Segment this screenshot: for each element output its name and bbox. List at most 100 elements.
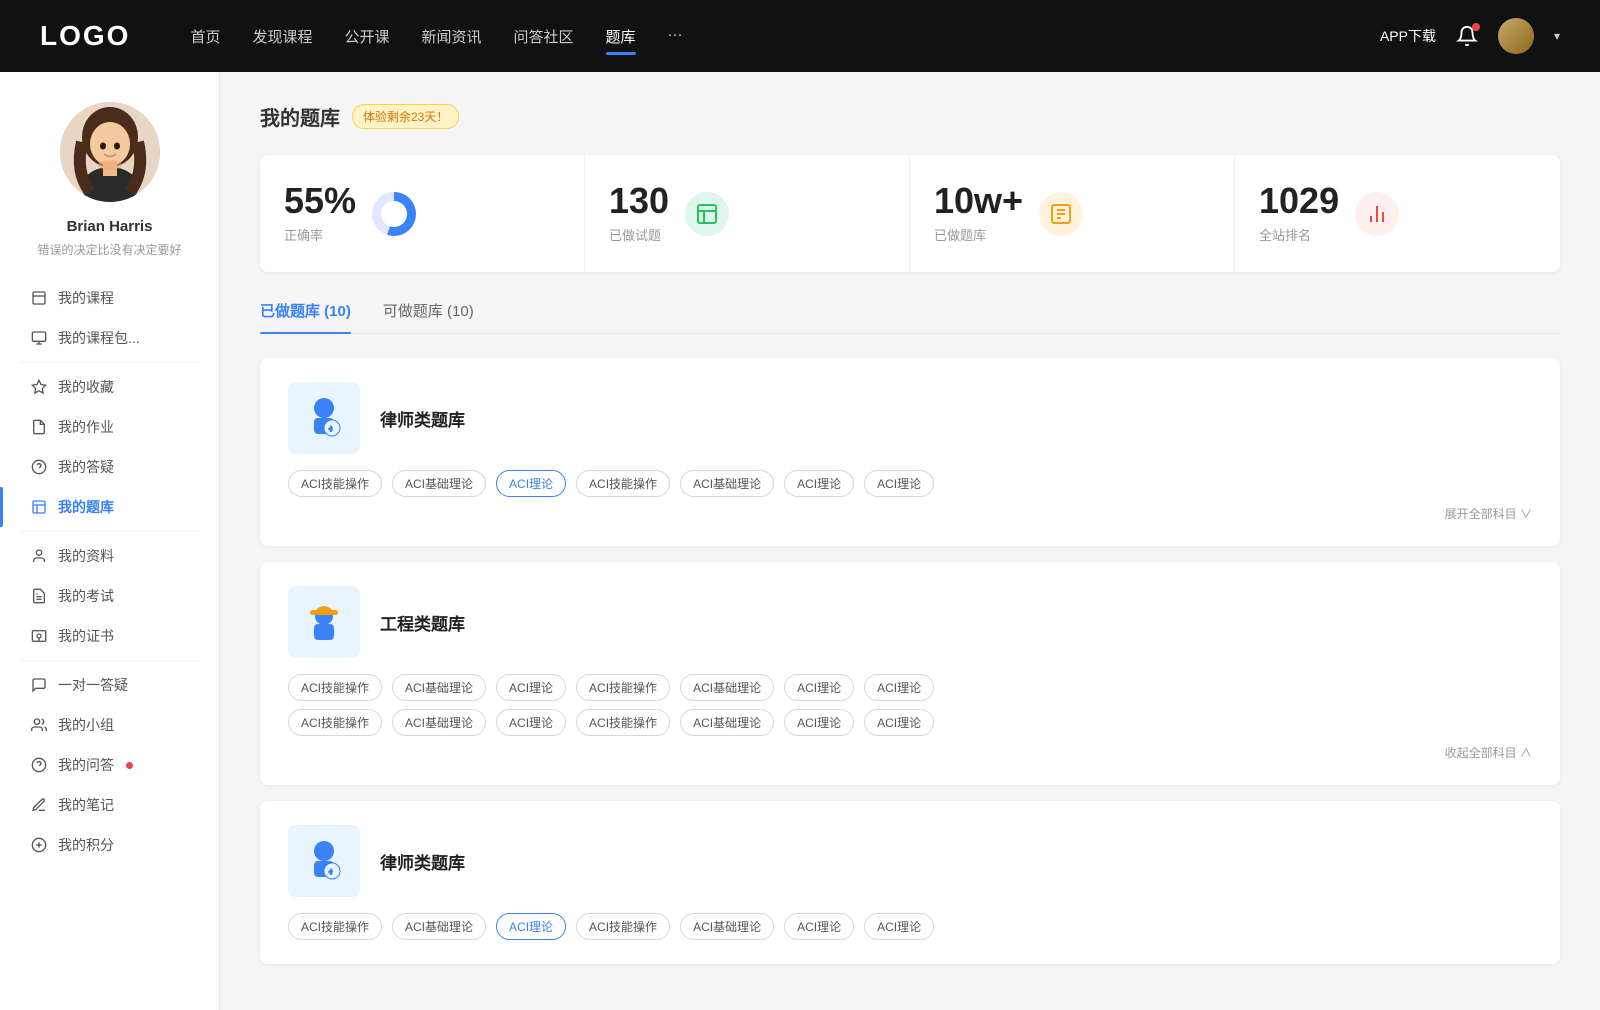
sidebar-menu: 我的课程 我的课程包... 我的收藏 [0,278,219,865]
tag[interactable]: ACI理论 [864,913,934,940]
app-download-button[interactable]: APP下载 [1380,26,1436,46]
tag[interactable]: ACI技能操作 [288,709,382,736]
nav-home[interactable]: 首页 [190,22,220,51]
sidebar-item-qa2[interactable]: 我的问答 [0,745,219,785]
avatar[interactable] [1498,18,1534,54]
tag[interactable]: ACI基础理论 [392,674,486,701]
unread-dot [126,762,133,769]
sidebar-item-notes[interactable]: 我的笔记 [0,785,219,825]
sidebar-item-homework[interactable]: 我的作业 [0,407,219,447]
tag[interactable]: ACI基础理论 [680,709,774,736]
tag[interactable]: ACI理论 [864,709,934,736]
nav-news[interactable]: 新闻资讯 [422,22,482,51]
nav-qa[interactable]: 问答社区 [514,22,574,51]
tag[interactable]: ACI理论 [496,709,566,736]
logo: LOGO [40,20,130,52]
tag[interactable]: ACI理论 [496,674,566,701]
tag[interactable]: ACI理论 [784,674,854,701]
profile-icon [30,547,48,565]
tag[interactable]: ACI基础理论 [392,913,486,940]
tag[interactable]: ACI技能操作 [288,470,382,497]
sidebar-label: 一对一答疑 [58,675,128,695]
expand-link-2[interactable]: 收起全部科目 ∧ [288,744,1532,761]
bank-header: 律师类题库 [288,382,1532,454]
sidebar-divider [20,362,199,363]
tag[interactable]: ACI理论 [864,470,934,497]
sidebar-item-1on1[interactable]: 一对一答疑 [0,665,219,705]
tab-available-banks[interactable]: 可做题库 (10) [383,300,474,333]
stat-value-done: 130 [609,183,669,219]
user-name: Brian Harris [67,218,153,235]
sidebar-item-course[interactable]: 我的课程 [0,278,219,318]
page-title-bar: 我的题库 体验剩余23天！ [260,102,1560,131]
stat-accuracy: 55% 正确率 [260,155,585,272]
sidebar-item-favorites[interactable]: 我的收藏 [0,367,219,407]
bank-title-wrap: 工程类题库 [380,610,465,635]
tag[interactable]: ACI技能操作 [288,913,382,940]
tag[interactable]: ACI技能操作 [576,470,670,497]
package-icon [30,329,48,347]
doc-green-icon [685,192,729,236]
sidebar-label: 我的考试 [58,586,114,606]
sidebar-item-package[interactable]: 我的课程包... [0,318,219,358]
stat-text: 10w+ 已做题库 [934,183,1023,244]
tag[interactable]: ACI理论 [784,470,854,497]
lawyer-icon-2 [298,835,350,887]
stat-ranking: 1029 全站排名 [1235,155,1560,272]
sidebar-item-exam[interactable]: 我的考试 [0,576,219,616]
qa2-icon [30,756,48,774]
stat-text: 1029 全站排名 [1259,183,1339,244]
tag[interactable]: ACI基础理论 [392,470,486,497]
tag-active[interactable]: ACI理论 [496,913,566,940]
sidebar-item-qa[interactable]: 我的答疑 [0,447,219,487]
tag[interactable]: ACI基础理论 [680,674,774,701]
stat-value-banks: 10w+ [934,183,1023,219]
notification-bell[interactable] [1456,25,1478,47]
sidebar-item-group[interactable]: 我的小组 [0,705,219,745]
tabs-bar: 已做题库 (10) 可做题库 (10) [260,300,1560,334]
sidebar-divider [20,660,199,661]
nav-more[interactable]: ··· [668,22,683,51]
tag[interactable]: ACI基础理论 [680,470,774,497]
avatar-image [1498,18,1534,54]
tab-done-banks[interactable]: 已做题库 (10) [260,300,351,333]
sidebar-item-profile[interactable]: 我的资料 [0,536,219,576]
tag[interactable]: ACI理论 [864,674,934,701]
bank-card-lawyer-1: 律师类题库 ACI技能操作 ACI基础理论 ACI理论 ACI技能操作 ACI基… [260,358,1560,546]
sidebar: Brian Harris 错误的决定比没有决定要好 我的课程 我的课程包... [0,72,220,1010]
nav-open-course[interactable]: 公开课 [344,22,389,51]
sidebar-item-bank[interactable]: 我的题库 [0,487,219,527]
nav-discover[interactable]: 发现课程 [252,22,312,51]
homework-icon [30,418,48,436]
tag[interactable]: ACI基础理论 [392,709,486,736]
tag[interactable]: ACI基础理论 [680,913,774,940]
sidebar-label: 我的答疑 [58,457,114,477]
bank-icon-wrap [288,382,360,454]
bank-card-lawyer-2: 律师类题库 ACI技能操作 ACI基础理论 ACI理论 ACI技能操作 ACI基… [260,801,1560,964]
sidebar-item-certificate[interactable]: 我的证书 [0,616,219,656]
tag[interactable]: ACI理论 [784,709,854,736]
notification-dot [1472,23,1480,31]
course-icon [30,289,48,307]
bank-icon-wrap [288,825,360,897]
sidebar-label: 我的资料 [58,546,114,566]
tag[interactable]: ACI技能操作 [576,913,670,940]
tag[interactable]: ACI理论 [784,913,854,940]
exam-icon [30,587,48,605]
bank-header: 律师类题库 [288,825,1532,897]
tag-active[interactable]: ACI理论 [496,470,566,497]
sidebar-item-points[interactable]: 我的积分 [0,825,219,865]
tag[interactable]: ACI技能操作 [576,674,670,701]
certificate-icon [30,627,48,645]
tag[interactable]: ACI技能操作 [288,674,382,701]
expand-link-1[interactable]: 展开全部科目 ∨ [288,505,1532,522]
avatar-chevron-icon[interactable]: ▾ [1554,29,1560,43]
page-layout: Brian Harris 错误的决定比没有决定要好 我的课程 我的课程包... [0,72,1600,1010]
tag[interactable]: ACI技能操作 [576,709,670,736]
sidebar-label: 我的笔记 [58,795,114,815]
trial-badge: 体验剩余23天！ [352,104,459,129]
nav-bank[interactable]: 题库 [606,22,636,51]
sidebar-label: 我的积分 [58,835,114,855]
sidebar-label: 我的课程包... [58,328,140,348]
doc-orange-icon [1039,192,1083,236]
